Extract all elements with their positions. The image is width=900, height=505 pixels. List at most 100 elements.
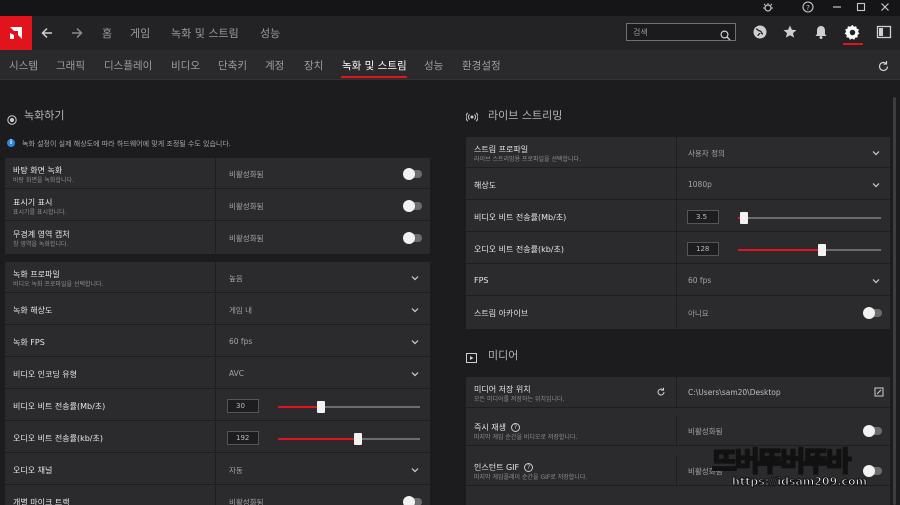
maximize-icon[interactable] [854,1,868,15]
edit-path-icon[interactable] [874,387,884,397]
search-icon[interactable] [720,26,731,45]
stream-archive-toggle[interactable] [863,307,882,319]
svg-text:?: ? [806,4,810,12]
slider-thumb[interactable] [354,433,362,445]
video-bitrate-input[interactable]: 30 [227,399,259,413]
row-separate-mic-track: 개별 마이크 트랙 비활성화됨 [5,486,430,505]
audio-bitrate-input[interactable]: 192 [227,431,259,445]
row-value: 아니요 [688,309,709,318]
row-stream-profile: 스트림 프로파일 라이브 스트리밍용 프로파일을 선택합니다. 사용자 정의 [466,137,890,168]
row-value: 높음 [229,274,243,283]
reset-icon[interactable] [656,387,666,397]
slider-thumb[interactable] [740,212,748,224]
tab-devices[interactable]: 장치 [304,58,323,73]
tab-display[interactable]: 디스플레이 [104,58,152,73]
stream-audio-bitrate-input[interactable]: 128 [687,242,719,256]
mainnav-performance[interactable]: 성능 [260,25,280,41]
chevron-down-icon[interactable] [872,149,880,157]
borderless-capture-toggle[interactable] [403,232,422,244]
row-stream-resolution: 해상도 1080p [466,169,890,200]
mainnav-home[interactable]: 홈 [102,25,112,41]
sidebar-icon[interactable] [876,24,894,42]
row-title: 오디오 채널 [13,466,53,475]
row-media-location: 미디어 저장 위치 모든 미디어를 저장하는 위치입니다. C:\Users\s… [466,377,890,408]
row-desktop-recording: 바탕 화면 녹화 바탕 화면을 녹화합니다. 비활성화됨 [5,158,430,189]
row-subtitle: 창 영역을 녹화합니다. [13,241,69,248]
stream-video-bitrate-input[interactable]: 3.5 [687,210,719,224]
row-audio-channel: 오디오 채널 자동 [5,454,430,485]
tab-graphics[interactable]: 그래픽 [56,58,85,73]
tab-system[interactable]: 시스템 [9,58,38,73]
forward-arrow-icon[interactable] [70,23,84,45]
instant-replay-toggle[interactable] [863,425,882,437]
video-bitrate-slider[interactable] [278,401,420,413]
row-title: 오디오 비트 전송률(kb/초) [474,245,564,254]
show-indicator-toggle[interactable] [403,200,422,212]
chevron-down-icon[interactable] [411,370,419,378]
tab-hotkeys[interactable]: 단축키 [218,58,247,73]
streaming-options-panel: 스트림 프로파일 라이브 스트리밍용 프로파일을 선택합니다. 사용자 정의 해… [466,137,890,329]
stream-video-bitrate-slider[interactable] [738,212,881,224]
globe-icon[interactable] [752,24,770,42]
help-icon[interactable]: ? [801,1,815,15]
bell-icon[interactable] [813,24,831,42]
chevron-down-icon[interactable] [411,466,419,474]
toggle-knob [403,496,415,505]
row-subtitle: 마지막 게임플레이 순간을 GIF로 저장합니다. [474,474,588,481]
live-stream-icon [465,108,479,127]
row-title: 녹화 해상도 [13,306,53,315]
chevron-down-icon[interactable] [411,306,419,314]
desktop-recording-toggle[interactable] [403,168,422,180]
slider-thumb[interactable] [818,244,826,256]
watermark-url: https://idsam209.com [732,475,868,489]
chevron-down-icon[interactable] [411,338,419,346]
row-audio-bitrate: 오디오 비트 전송률(kb/초) 192 [5,422,430,453]
search-input[interactable] [627,24,717,40]
slider-thumb[interactable] [317,401,325,413]
gear-icon[interactable] [844,24,862,42]
chevron-down-icon[interactable] [411,274,419,282]
row-subtitle: 모든 미디어를 저장하는 위치입니다. [474,396,565,403]
watermark-text: 뜨버뚜버뚜바 [711,446,852,479]
refresh-icon[interactable] [877,58,890,77]
slider-fill [278,438,358,440]
record-icon [7,110,17,129]
chevron-down-icon[interactable] [872,181,880,189]
tab-account[interactable]: 계정 [265,58,284,73]
row-value: 사용자 정의 [688,149,725,158]
tab-video[interactable]: 비디오 [171,58,200,73]
separate-mic-track-toggle[interactable] [403,496,422,505]
row-value: 자동 [229,466,243,475]
row-value: AVC [229,369,245,378]
tab-preferences[interactable]: 환경설정 [462,58,501,73]
audio-bitrate-slider[interactable] [278,433,420,445]
stream-audio-bitrate-slider[interactable] [738,244,881,256]
media-section-title: 미디어 [488,349,519,362]
amd-logo-icon[interactable] [0,16,32,50]
row-subtitle: 마지막 게임 순간을 비디오로 저장합니다. [474,434,578,441]
media-path-value: C:\Users\sam20\Desktop [688,388,781,397]
minimize-icon[interactable] [830,1,844,15]
row-value: 게임 내 [229,306,253,315]
chevron-down-icon[interactable] [872,277,880,285]
row-title: 녹화 FPS [13,338,45,347]
tab-record-stream[interactable]: 녹화 및 스트림 [342,58,407,73]
bug-icon[interactable] [761,1,775,15]
mainnav-record-stream[interactable]: 녹화 및 스트림 [171,25,239,41]
row-value: 비활성화됨 [229,202,264,211]
row-title: 비디오 비트 전송률(Mb/초) [474,213,567,222]
title-bar: ? [0,0,900,16]
row-value: 비활성화됨 [229,498,264,505]
star-icon[interactable] [782,24,800,42]
close-icon[interactable] [878,1,892,15]
row-title: 개별 마이크 트랙 [13,498,70,505]
mainnav-games[interactable]: 게임 [130,25,150,41]
back-arrow-icon[interactable] [40,23,54,45]
help-icon[interactable]: ? [524,463,534,472]
row-title: FPS [474,276,489,285]
tab-performance[interactable]: 성능 [424,58,443,73]
active-tab-indicator [341,76,407,78]
row-title: 스트림 아카이브 [474,309,529,318]
row-value: 60 fps [229,337,253,346]
help-icon[interactable]: ? [510,423,520,432]
